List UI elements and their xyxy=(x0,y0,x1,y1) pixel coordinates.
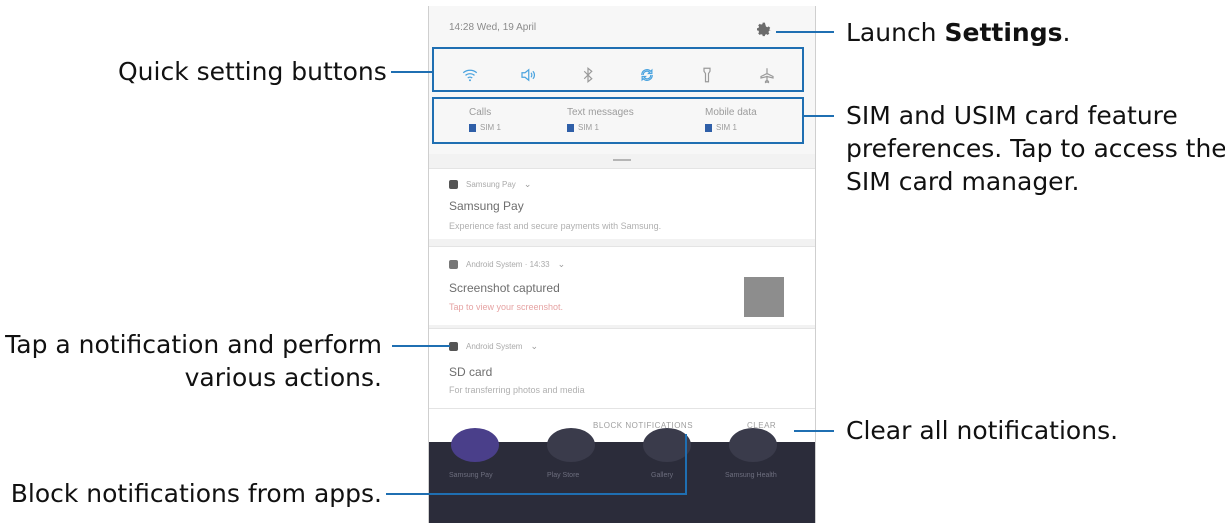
callout-line xyxy=(386,493,686,495)
callout-line xyxy=(776,31,834,33)
notification-app-line: Android System · 14:33 ⌄ xyxy=(449,259,565,270)
callout-line xyxy=(391,71,432,73)
chevron-down-icon[interactable]: ⌄ xyxy=(558,259,566,270)
sim-preferences-highlight xyxy=(432,97,804,144)
screenshot-thumbnail[interactable] xyxy=(744,277,784,317)
notification-app-line: Samsung Pay ⌄ xyxy=(449,179,531,190)
notification-title: Screenshot captured xyxy=(449,281,560,295)
callout-sim-line2: preferences. Tap to access the xyxy=(846,134,1225,163)
samsung-pay-icon xyxy=(449,180,458,189)
callout-line xyxy=(804,115,834,117)
notification-text: For transferring photos and media xyxy=(449,385,585,395)
callout-tap-line1: Tap a notification and perform xyxy=(5,330,382,359)
chevron-down-icon[interactable]: ⌄ xyxy=(530,341,538,352)
callout-line xyxy=(392,345,450,347)
callout-block: Block notifications from apps. xyxy=(10,479,382,508)
notification-app-name: Android System · 14:33 xyxy=(466,260,550,269)
callout-line xyxy=(685,434,687,495)
block-notifications-button[interactable]: BLOCK NOTIFICATIONS xyxy=(593,421,693,430)
notification-title: Samsung Pay xyxy=(449,199,524,213)
app-icon xyxy=(547,428,595,462)
notification-card[interactable]: Android System ⌄ SD card For transferrin… xyxy=(429,328,815,409)
quick-settings-highlight xyxy=(432,47,804,92)
status-time: 14:28 Wed, 19 April xyxy=(449,22,537,33)
callout-quick-settings: Quick setting buttons xyxy=(118,57,387,86)
callout-sim-line3: SIM card manager. xyxy=(846,167,1080,196)
notification-app-name: Android System xyxy=(466,342,523,351)
app-icon xyxy=(643,428,691,462)
android-system-icon xyxy=(449,342,458,351)
screenshot-icon xyxy=(449,260,458,269)
home-screen-wallpaper: Samsung Pay Play Store Gallery Samsung H… xyxy=(429,428,815,523)
notification-app-line: Android System ⌄ xyxy=(449,341,538,352)
notification-text: Experience fast and secure payments with… xyxy=(449,221,662,231)
callout-launch-prefix: Launch xyxy=(846,18,945,47)
app-label: Play Store xyxy=(547,472,580,479)
panel-drag-handle[interactable] xyxy=(613,159,631,161)
app-icon xyxy=(451,428,499,462)
notification-title: SD card xyxy=(449,365,493,379)
chevron-down-icon[interactable]: ⌄ xyxy=(524,179,532,190)
callout-sim-line1: SIM and USIM card feature xyxy=(846,101,1178,130)
callout-launch-suffix: . xyxy=(1062,18,1071,47)
app-icon xyxy=(729,428,777,462)
notification-text: Tap to view your screenshot. xyxy=(449,302,564,312)
notification-card[interactable]: Android System · 14:33 ⌄ Screenshot capt… xyxy=(429,246,815,325)
callout-launch-settings: Launch Settings. xyxy=(846,16,1070,49)
settings-gear-icon[interactable] xyxy=(754,20,774,40)
callout-clear: Clear all notifications. xyxy=(846,416,1119,445)
callout-tap-line2: various actions. xyxy=(184,363,382,392)
app-label: Gallery xyxy=(651,472,674,479)
callout-line xyxy=(794,430,834,432)
notification-app-name: Samsung Pay xyxy=(466,180,516,189)
app-label: Samsung Health xyxy=(725,472,777,479)
notification-card[interactable]: Samsung Pay ⌄ Samsung Pay Experience fas… xyxy=(429,168,815,239)
app-label: Samsung Pay xyxy=(449,472,493,479)
callout-launch-bold: Settings xyxy=(944,18,1063,47)
